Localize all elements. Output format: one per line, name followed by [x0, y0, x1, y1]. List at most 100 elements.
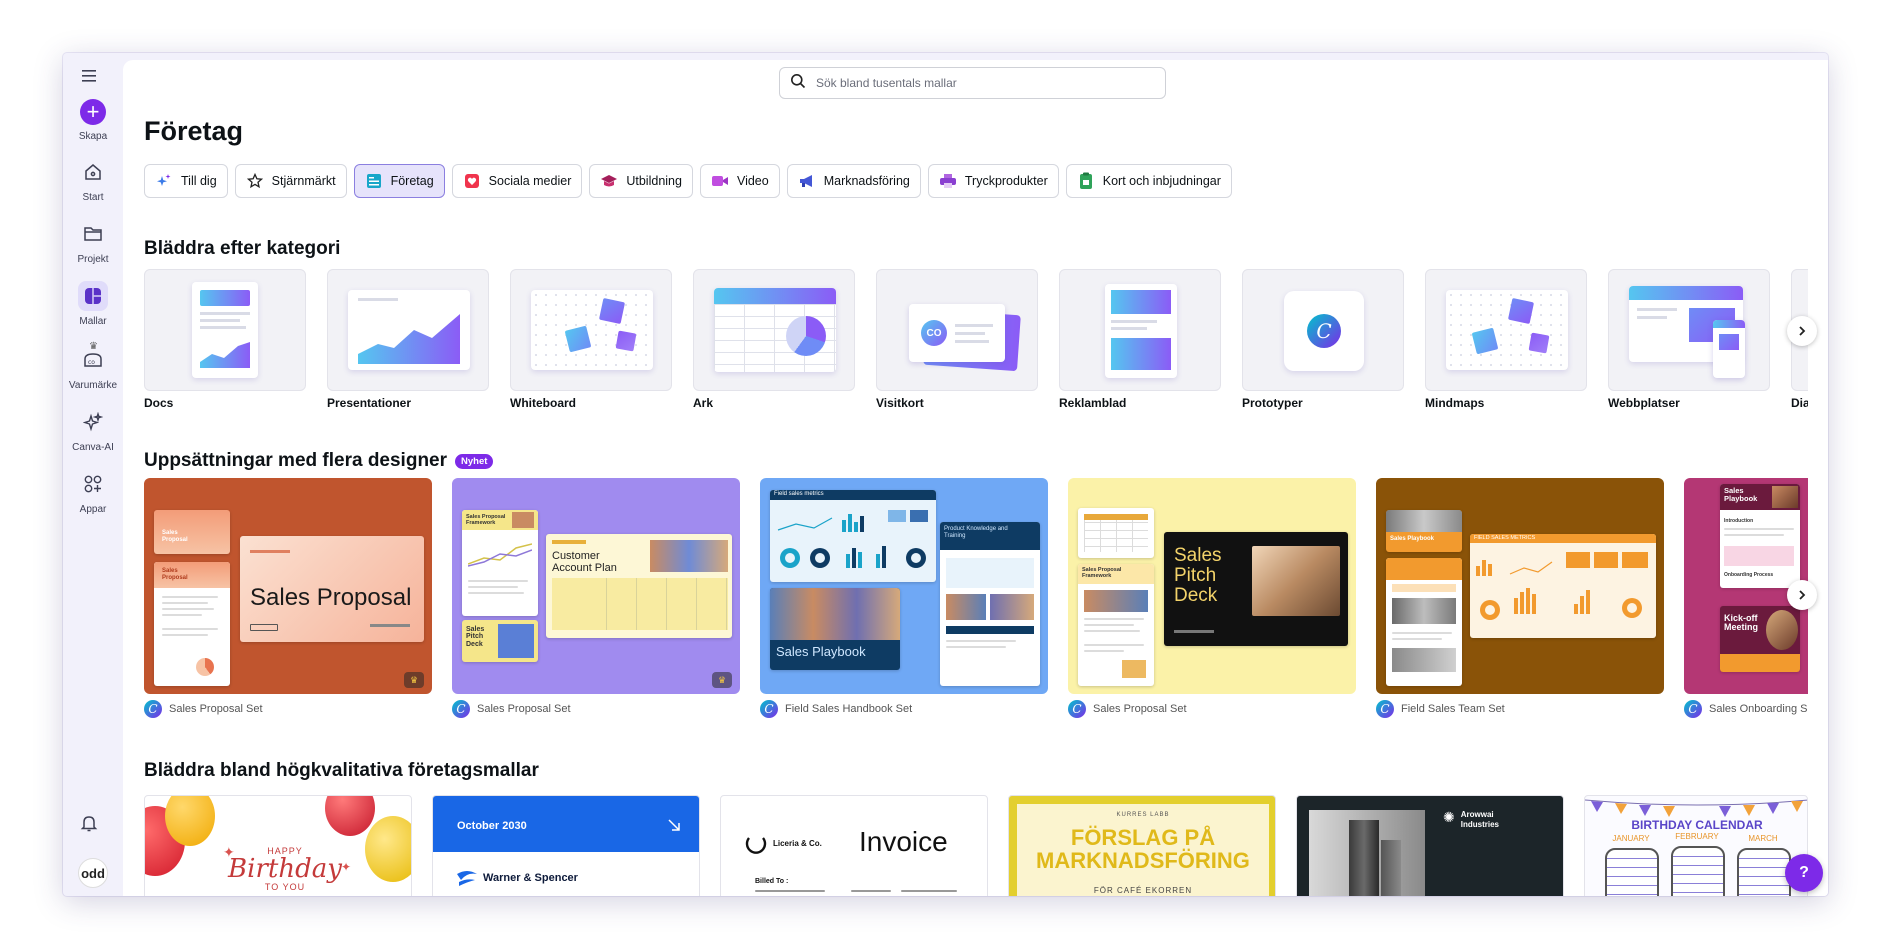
sets-next-button[interactable] [1787, 580, 1817, 610]
section-title-categories: Bläddra efter kategori [144, 238, 341, 259]
category-mindmaps[interactable]: Mindmaps [1425, 269, 1587, 410]
category-prototyper[interactable]: C Prototyper [1242, 269, 1404, 410]
template-card-birthday-calendar[interactable]: BIRTHDAY CALENDAR JANUARY FEBRUARY MARCH [1584, 795, 1808, 896]
search-input[interactable] [816, 76, 1146, 90]
category-label: Reklamblad [1059, 396, 1127, 410]
chip-till-dig[interactable]: Till dig [144, 164, 228, 198]
new-badge: Nyhet [455, 453, 494, 469]
search-icon [790, 73, 806, 94]
set-thumbnail: Sales Playbook Field sales metrics [1376, 478, 1664, 694]
set-doc-title-2: Sales Pitch Deck [466, 626, 485, 648]
category-ark[interactable]: Ark [693, 269, 855, 410]
category-whiteboard[interactable]: Whiteboard [510, 269, 672, 410]
chip-kort-och-inbjudningar[interactable]: Kort och inbjudningar [1065, 164, 1232, 198]
set-card-sales-proposal[interactable]: Sales Proposal Sales Proposal Sales Prop… [144, 478, 432, 718]
heart-icon [463, 172, 481, 190]
sidebar-item-mallar[interactable]: Mallar [63, 281, 123, 327]
video-icon [711, 172, 729, 190]
chip-foretag[interactable]: Företag [353, 164, 445, 198]
sidebar-item-appar[interactable]: Appar [63, 469, 123, 515]
brand-logo-icon [457, 871, 477, 886]
arrow-down-right-icon [668, 819, 680, 831]
set-label: C Sales Proposal Set [1068, 700, 1356, 718]
set-thumbnail: Sales Proposal Framework Sales Pitch Dec… [1068, 478, 1356, 694]
category-thumbnail: C [1242, 269, 1404, 391]
section-title-templates: Bläddra bland högkvalitativa företagsmal… [144, 760, 539, 781]
category-reklamblad[interactable]: Reklamblad [1059, 269, 1221, 410]
set-name: Field Sales Team Set [1401, 703, 1505, 715]
set-name: Sales Onboarding Set [1709, 703, 1808, 715]
canva-logo-icon: C [452, 700, 470, 718]
canva-logo-icon: C [760, 700, 778, 718]
set-label: C Sales Proposal Set [452, 700, 740, 718]
category-visitkort[interactable]: CO Visitkort [876, 269, 1038, 410]
template-text: Arowwai Industries [1460, 810, 1499, 829]
sidebar-item-create[interactable]: + Skapa [63, 99, 123, 142]
help-button[interactable]: ? [1785, 854, 1823, 892]
chip-label: Marknadsföring [823, 174, 910, 188]
template-card-marknadsforing[interactable]: KURRES LABB FÖRSLAG PÅ MARKNADSFÖRING FÖ… [1008, 795, 1276, 896]
set-card-sales-proposal-3[interactable]: Sales Proposal Framework Sales Pitch Dec… [1068, 478, 1356, 718]
template-card-warner-spencer[interactable]: October 2030 Warner & Spencer [432, 795, 700, 896]
chip-stjarnmarkt[interactable]: Stjärnmärkt [234, 164, 347, 198]
chip-label: Tryckprodukter [964, 174, 1048, 188]
set-card-field-sales-team[interactable]: Sales Playbook Field sales metrics [1376, 478, 1664, 718]
set-doc-title: Introduction [1724, 518, 1754, 524]
avatar[interactable]: odd [78, 858, 108, 888]
category-label: Ark [693, 396, 714, 410]
category-label: Docs [144, 396, 174, 410]
category-thumbnail [510, 269, 672, 391]
visitkort-badge: CO [921, 320, 947, 346]
category-chips: Till dig Stjärnmärkt Företag Sociala med… [144, 164, 1232, 198]
set-label: C Field Sales Team Set [1376, 700, 1664, 718]
set-headline: Sales Playbook [776, 644, 866, 659]
category-thumbnail [1059, 269, 1221, 391]
set-doc-title-2: Product Knowledge and Training [944, 526, 1008, 539]
card-icon [1077, 172, 1095, 190]
search-bar[interactable] [779, 67, 1166, 99]
sidebar-item-canva-ai[interactable]: Canva-AI [63, 407, 123, 453]
sidebar-item-start[interactable]: Start [63, 157, 123, 203]
notification-bell-icon[interactable] [79, 813, 99, 838]
set-label: C Sales Onboarding Set [1684, 700, 1808, 718]
apps-icon [78, 469, 108, 499]
category-docs[interactable]: Docs [144, 269, 306, 410]
set-doc-title: Field sales metrics [774, 491, 824, 497]
sidebar-item-label: Skapa [78, 131, 108, 142]
chip-label: Till dig [181, 174, 217, 188]
sidebar-item-projekt[interactable]: Projekt [63, 219, 123, 265]
sidebar: + Skapa Start Projekt Mallar co ♛ Varumä… [63, 53, 123, 896]
category-label: Presentationer [327, 396, 412, 410]
category-webbplatser[interactable]: Webbplatser [1608, 269, 1770, 410]
chip-tryckprodukter[interactable]: Tryckprodukter [927, 164, 1059, 198]
chip-marknadsforing[interactable]: Marknadsföring [786, 164, 921, 198]
template-card-invoice[interactable]: Liceria & Co. Invoice Billed To : [720, 795, 988, 896]
set-card-sales-proposal-2[interactable]: Sales Proposal Framework Sales Pitch Dec… [452, 478, 740, 718]
template-text: FÖR CAFÉ EKORREN [1093, 886, 1193, 895]
set-name: Field Sales Handbook Set [785, 703, 913, 715]
chip-video[interactable]: Video [699, 164, 780, 198]
category-next-button[interactable] [1787, 316, 1817, 346]
template-card-arowwai[interactable]: ✺ Arowwai Industries [1296, 795, 1564, 896]
menu-icon[interactable] [77, 64, 101, 88]
sets-row: Sales Proposal Sales Proposal Sales Prop… [144, 478, 1808, 728]
chip-sociala-medier[interactable]: Sociala medier [451, 164, 583, 198]
sidebar-item-varumarke[interactable]: co ♛ Varumärke [63, 341, 123, 391]
premium-crown-icon: ♛ [404, 672, 424, 688]
sidebar-item-label: Varumärke [68, 380, 118, 391]
megaphone-icon [798, 172, 816, 190]
graduation-cap-icon [600, 172, 618, 190]
set-card-field-sales-handbook[interactable]: Field sales metrics Sales Playbook Produ… [760, 478, 1048, 718]
category-presentationer[interactable]: Presentationer [327, 269, 489, 410]
sun-logo-icon: ✺ [1443, 809, 1455, 825]
chip-label: Utbildning [626, 174, 682, 188]
canva-logo-icon: C [1068, 700, 1086, 718]
printer-icon [939, 172, 957, 190]
sparkle-icon [78, 407, 108, 437]
home-icon [78, 157, 108, 187]
chip-label: Kort och inbjudningar [1102, 174, 1221, 188]
set-name: Sales Proposal Set [1093, 703, 1187, 715]
template-card-birthday[interactable]: HAPPY Birthday TO YOU ✦ ✦ [144, 795, 412, 896]
chip-utbildning[interactable]: Utbildning [589, 164, 693, 198]
crown-icon: ♛ [89, 341, 98, 352]
